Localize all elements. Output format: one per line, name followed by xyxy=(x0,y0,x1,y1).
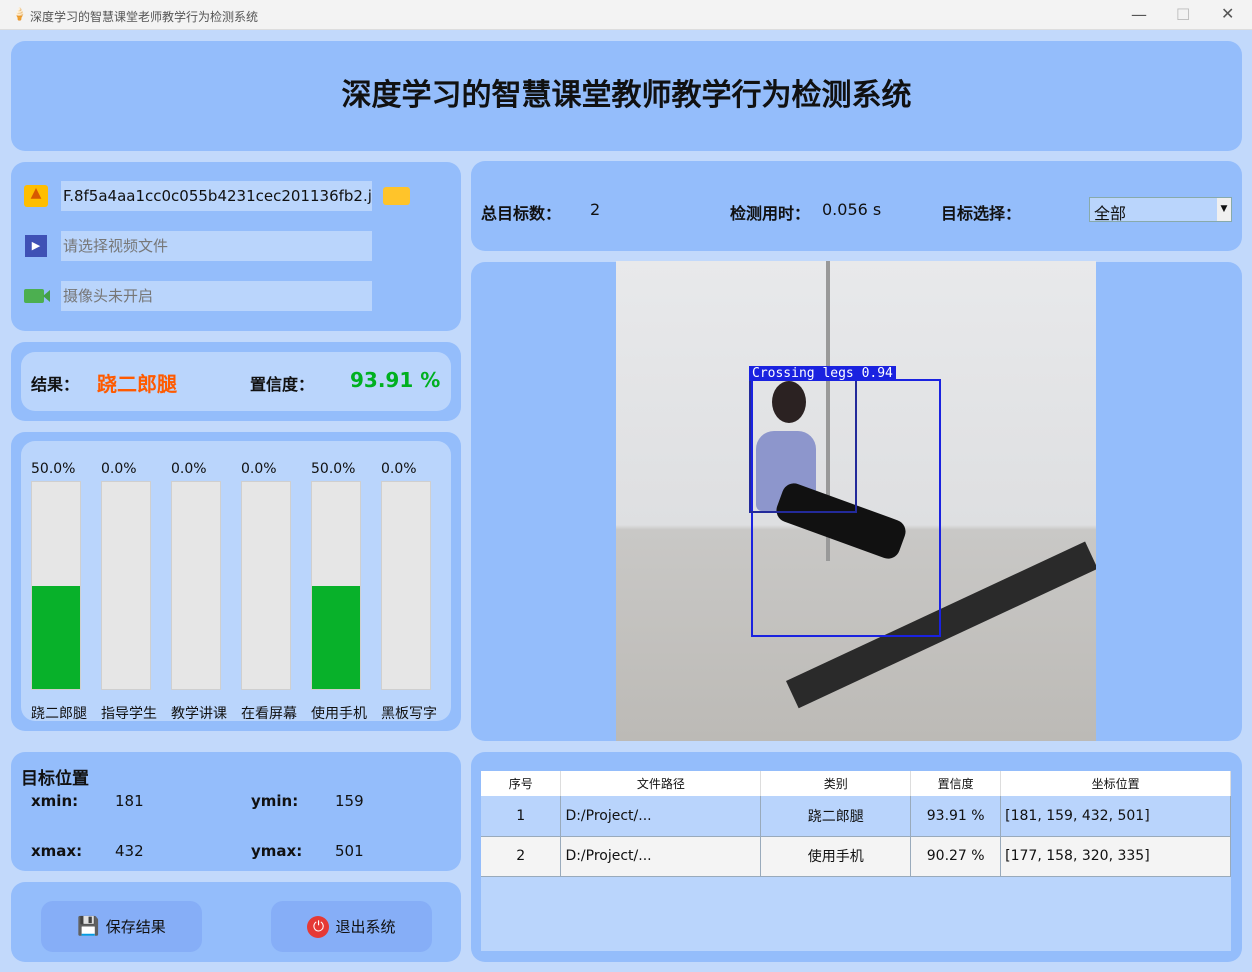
column-header[interactable]: 置信度 xyxy=(910,771,1002,796)
bar-label: 跷二郎腿 xyxy=(31,706,87,722)
table-cell: 1 xyxy=(481,796,562,837)
stats-panel: 总目标数： 2 检测用时： 0.056 s 目标选择： 全部 ▼ xyxy=(471,161,1242,251)
image-icon[interactable]: ▲ xyxy=(24,185,48,207)
bar-label: 黑板写字 xyxy=(381,706,437,722)
result-panel: 结果： 跷二郎腿 置信度： 93.91 % xyxy=(11,342,461,421)
camera-icon[interactable] xyxy=(24,289,44,303)
position-panel: 目标位置 xmin: 181 ymin: 159 xmax: 432 ymax:… xyxy=(11,752,461,871)
save-label: 保存结果 xyxy=(105,918,166,936)
table-cell: 2 xyxy=(481,836,562,877)
camera-field[interactable]: 摄像头未开启 xyxy=(61,281,372,311)
bars-panel: 50.0% 跷二郎腿 0.0% 指导学生 0.0% 教学讲课 0.0% 在看屏幕 50.… xyxy=(11,432,461,731)
bar-percent: 0.0% xyxy=(381,461,417,477)
exit-label: 退出系统 xyxy=(335,918,396,936)
total-value: 2 xyxy=(590,200,601,219)
result-label: 结果： xyxy=(31,375,80,394)
exit-button[interactable]: ⏻ 退出系统 xyxy=(271,901,432,952)
table-cell: D:/Project/... xyxy=(560,796,762,837)
detection-image: Crossing legs 0.94 xyxy=(616,261,1096,741)
power-icon: ⏻ xyxy=(307,915,330,938)
table-cell: [177, 158, 320, 335] xyxy=(1000,836,1231,877)
bar-track xyxy=(101,481,151,690)
results-table: 序号 文件路径 类别 置信度 坐标位置 1 D:/Project/... 跷二郎腿 93.91 … xyxy=(481,771,1231,951)
chevron-down-icon[interactable]: ▼ xyxy=(1217,198,1231,221)
total-label: 总目标数： xyxy=(481,204,562,223)
page-title: 深度学习的智慧课堂教师教学行为检测系统 xyxy=(341,78,912,113)
time-label: 检测用时： xyxy=(730,204,811,223)
column-header[interactable]: 序号 xyxy=(481,771,562,796)
table-panel: 序号 文件路径 类别 置信度 坐标位置 1 D:/Project/... 跷二郎腿 93.91 … xyxy=(471,752,1242,962)
target-select[interactable]: 全部 ▼ xyxy=(1089,197,1232,223)
ymin-value: 159 xyxy=(335,792,364,810)
folder-icon[interactable] xyxy=(383,187,410,205)
ymin-label: ymin: xyxy=(251,792,299,810)
table-header: 序号 文件路径 类别 置信度 坐标位置 xyxy=(481,771,1231,796)
xmax-value: 432 xyxy=(115,842,144,860)
column-header[interactable]: 文件路径 xyxy=(560,771,762,796)
target-select-value: 全部 xyxy=(1094,204,1127,223)
xmax-label: xmax: xyxy=(31,842,83,860)
select-label: 目标选择： xyxy=(941,204,1022,223)
header-panel: 深度学习的智慧课堂教师教学行为检测系统 xyxy=(11,41,1242,151)
detection-box-phone xyxy=(749,379,857,513)
bar-fill xyxy=(312,585,360,689)
table-row[interactable]: 1 D:/Project/... 跷二郎腿 93.91 % [181, 159, 432… xyxy=(481,796,1231,837)
table-cell: [181, 159, 432, 501] xyxy=(1000,796,1231,837)
image-path-field[interactable]: F.8f5a4aa1cc0c055b4231cec201136fb2.jpg xyxy=(61,181,372,211)
bar-track xyxy=(241,481,291,690)
ymax-value: 501 xyxy=(335,842,364,860)
save-icon: 💾 xyxy=(77,916,100,937)
bar-label: 指导学生 xyxy=(101,706,157,722)
table-row[interactable]: 2 D:/Project/... 使用手机 90.27 % [177, 158, 320… xyxy=(481,836,1231,877)
bar-label: 使用手机 xyxy=(311,706,367,722)
bar-percent: 0.0% xyxy=(101,461,137,477)
buttons-panel: 💾 保存结果 ⏻ 退出系统 xyxy=(11,882,461,962)
bar-label: 教学讲课 xyxy=(171,706,227,722)
minimize-button[interactable]: — xyxy=(1131,5,1147,24)
result-value: 跷二郎腿 xyxy=(97,372,177,396)
close-button[interactable]: ✕ xyxy=(1221,4,1234,23)
bar-track xyxy=(381,481,431,690)
xmin-label: xmin: xyxy=(31,792,79,810)
bar-percent: 50.0% xyxy=(31,461,76,477)
column-header[interactable]: 坐标位置 xyxy=(1000,771,1231,796)
detection-label: Crossing legs 0.94 xyxy=(749,366,896,381)
confidence-value: 93.91 % xyxy=(350,368,441,392)
save-button[interactable]: 💾 保存结果 xyxy=(41,901,202,952)
table-cell: 跷二郎腿 xyxy=(760,796,912,837)
input-panel: ▲ F.8f5a4aa1cc0c055b4231cec201136fb2.jpg… xyxy=(11,162,461,331)
table-cell: 90.27 % xyxy=(910,836,1002,877)
column-header[interactable]: 类别 xyxy=(760,771,912,796)
camera-icon-lens xyxy=(43,290,50,302)
position-title: 目标位置 xyxy=(21,769,89,789)
bar-percent: 50.0% xyxy=(311,461,356,477)
table-cell: D:/Project/... xyxy=(560,836,762,877)
video-icon[interactable]: ▶ xyxy=(25,235,47,257)
table-cell: 使用手机 xyxy=(760,836,912,877)
app-icon: 🍦 xyxy=(12,7,27,21)
ymax-label: ymax: xyxy=(251,842,303,860)
bar-percent: 0.0% xyxy=(171,461,207,477)
maximize-button[interactable]: ☐ xyxy=(1176,5,1190,24)
title-bar: 🍦 深度学习的智慧课堂老师教学行为检测系统 — ☐ ✕ xyxy=(0,0,1252,30)
bar-percent: 0.0% xyxy=(241,461,277,477)
bar-track xyxy=(31,481,81,690)
bar-track xyxy=(171,481,221,690)
video-path-field[interactable]: 请选择视频文件 xyxy=(61,231,372,261)
xmin-value: 181 xyxy=(115,792,144,810)
time-value: 0.056 s xyxy=(822,200,882,219)
table-cell: 93.91 % xyxy=(910,796,1002,837)
bar-track xyxy=(311,481,361,690)
image-panel: Crossing legs 0.94 xyxy=(471,261,1242,741)
window-title: 深度学习的智慧课堂老师教学行为检测系统 xyxy=(30,10,259,24)
confidence-label: 置信度： xyxy=(250,375,315,394)
bar-fill xyxy=(32,585,80,689)
bar-label: 在看屏幕 xyxy=(241,706,297,722)
